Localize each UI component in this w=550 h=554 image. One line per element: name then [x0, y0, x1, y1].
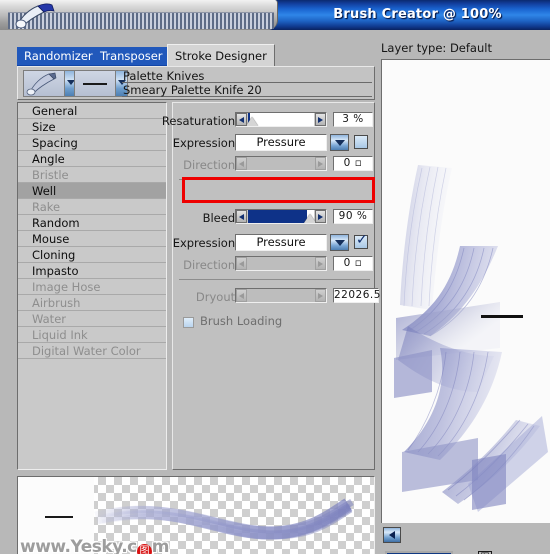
- direction-label: Direction:: [183, 158, 239, 172]
- dryout-label: Dryout:: [195, 290, 239, 304]
- dryout-row: Dryout: 22026.5: [173, 288, 381, 306]
- layer-type-label: Layer type: Default: [381, 41, 492, 55]
- category-item-water: Water: [18, 311, 166, 327]
- bleed-row: Bleed: 90 %: [173, 209, 376, 227]
- category-item-digital-water-color: Digital Water Color: [18, 343, 166, 359]
- divider: [179, 179, 370, 180]
- category-item-spacing[interactable]: Spacing: [18, 135, 166, 151]
- palette-knife-icon: [26, 72, 57, 96]
- resaturation-expression-select[interactable]: Pressure: [235, 134, 327, 151]
- bleed-expression-select[interactable]: Pressure: [235, 234, 327, 251]
- brush-preview-canvas[interactable]: [381, 59, 550, 523]
- bleed-direction-row: Direction: 0 ▫: [173, 256, 376, 274]
- slider-left-arrow-icon: [236, 157, 247, 170]
- resaturation-expression-row: Expression: Pressure: [173, 134, 376, 152]
- canvas-strokes: [394, 165, 548, 512]
- bleed-slider[interactable]: [235, 209, 327, 224]
- brush-name-block: Palette Knives Smeary Palette Knife 20: [122, 69, 372, 97]
- category-item-rake: Rake: [18, 199, 166, 215]
- slider-right-arrow-icon: [315, 289, 326, 302]
- resaturation-value[interactable]: 3 %: [333, 112, 373, 127]
- slider-right-arrow-icon[interactable]: [315, 113, 326, 126]
- resaturation-row: Resaturation: 3 %: [162, 112, 376, 130]
- chevron-down-icon[interactable]: [330, 234, 349, 251]
- dryout-value: 22026.5: [333, 288, 381, 303]
- resaturation-direction-value: 0 ▫: [333, 156, 373, 171]
- resaturation-direction-row: Direction: 0 ▫: [173, 156, 376, 174]
- expression-label: Expression:: [172, 236, 239, 250]
- tab-randomizer[interactable]: Randomizer: [17, 47, 100, 65]
- window-grabber-handle[interactable]: [0, 0, 278, 30]
- slider-track: [248, 157, 314, 170]
- bleed-direction-value: 0 ▫: [333, 256, 373, 271]
- brush-loading-label: Brush Loading: [200, 314, 283, 328]
- watermark-text-prefix: www.Yesky.c: [20, 537, 137, 554]
- bleed-label: Bleed:: [202, 211, 239, 225]
- category-list[interactable]: General Size Spacing Angle Bristle Well …: [17, 102, 167, 470]
- slider-track: [248, 210, 316, 223]
- brush-variant-combo[interactable]: [74, 70, 128, 97]
- stroke-preview-panel[interactable]: www.Yesky.c 图 m: [17, 476, 375, 554]
- stroke-line: [83, 83, 107, 85]
- category-item-random[interactable]: Random: [18, 215, 166, 231]
- category-item-well[interactable]: Well: [18, 183, 166, 199]
- resaturation-slider[interactable]: [235, 112, 327, 127]
- bleed-expression-invert-checkbox[interactable]: ✓: [354, 232, 368, 249]
- category-item-image-hose: Image Hose: [18, 279, 166, 295]
- brush-category-combo[interactable]: [23, 70, 77, 97]
- category-item-mouse[interactable]: Mouse: [18, 231, 166, 247]
- yesky-logo-icon: 图: [136, 544, 152, 554]
- window-content: Randomizer Transposer Stroke Designer Pa…: [0, 30, 550, 554]
- watermark-text-suffix: m: [151, 537, 170, 554]
- brush-icon-swatch: [24, 71, 64, 96]
- slider-right-arrow-icon: [315, 157, 326, 170]
- brush-loading-checkbox[interactable]: [183, 317, 194, 328]
- divider: [179, 279, 370, 280]
- slider-right-arrow-icon[interactable]: [315, 210, 326, 223]
- slider-track: [248, 289, 314, 302]
- window-title: Brush Creator @ 100%: [333, 7, 502, 22]
- brush-variant-label: Smeary Palette Knife 20: [122, 83, 372, 97]
- tab-transposer[interactable]: Transposer: [93, 47, 170, 65]
- slider-track: [248, 257, 314, 270]
- dryout-slider: [235, 288, 327, 303]
- slider-left-arrow-icon: [236, 257, 247, 270]
- resaturation-direction-slider: [235, 156, 327, 171]
- bleed-expression-row: Expression: Pressure ✓: [172, 232, 376, 252]
- slider-left-arrow-icon[interactable]: [236, 210, 247, 223]
- chevron-down-icon[interactable]: [330, 134, 349, 151]
- direction-label: Direction:: [183, 258, 239, 272]
- slider-right-arrow-icon: [315, 257, 326, 270]
- watermark: www.Yesky.c 图 m: [20, 537, 169, 554]
- stroke-preview-icon: [75, 71, 115, 96]
- brush-selector-panel: Palette Knives Smeary Palette Knife 20: [17, 66, 375, 100]
- tab-stroke-designer[interactable]: Stroke Designer: [167, 44, 275, 66]
- expression-label: Expression:: [172, 136, 239, 150]
- back-arrow-icon[interactable]: [383, 527, 401, 543]
- category-item-general[interactable]: General: [18, 103, 166, 119]
- palette-knife-icon: [15, 3, 55, 28]
- category-item-angle[interactable]: Angle: [18, 151, 166, 167]
- slider-thumb[interactable]: [246, 117, 258, 126]
- resaturation-expression-invert-checkbox[interactable]: [354, 135, 368, 149]
- slider-fill: [248, 210, 308, 223]
- category-item-airbrush: Airbrush: [18, 295, 166, 311]
- category-item-liquid-ink: Liquid Ink: [18, 327, 166, 343]
- resaturation-label: Resaturation:: [161, 114, 239, 128]
- title-bar: Brush Creator @ 100%: [0, 0, 550, 30]
- slider-track: [246, 113, 314, 126]
- category-item-cloning[interactable]: Cloning: [18, 247, 166, 263]
- slider-left-arrow-icon: [236, 289, 247, 302]
- bleed-direction-slider: [235, 256, 327, 271]
- checkmark-icon: ✓: [356, 232, 368, 248]
- bleed-value[interactable]: 90 %: [333, 209, 373, 224]
- brush-creator-window: Brush Creator @ 100% Randomizer Transpos…: [0, 0, 550, 554]
- brush-category-label: Palette Knives: [122, 69, 372, 83]
- canvas-baseline-mark: [481, 315, 523, 318]
- slider-left-arrow-icon[interactable]: [236, 113, 247, 126]
- category-item-size[interactable]: Size: [18, 119, 166, 135]
- parameter-panel: Resaturation: 3 % Expression: Pressure D…: [162, 102, 381, 470]
- category-item-bristle: Bristle: [18, 167, 166, 183]
- category-item-impasto[interactable]: Impasto: [18, 263, 166, 279]
